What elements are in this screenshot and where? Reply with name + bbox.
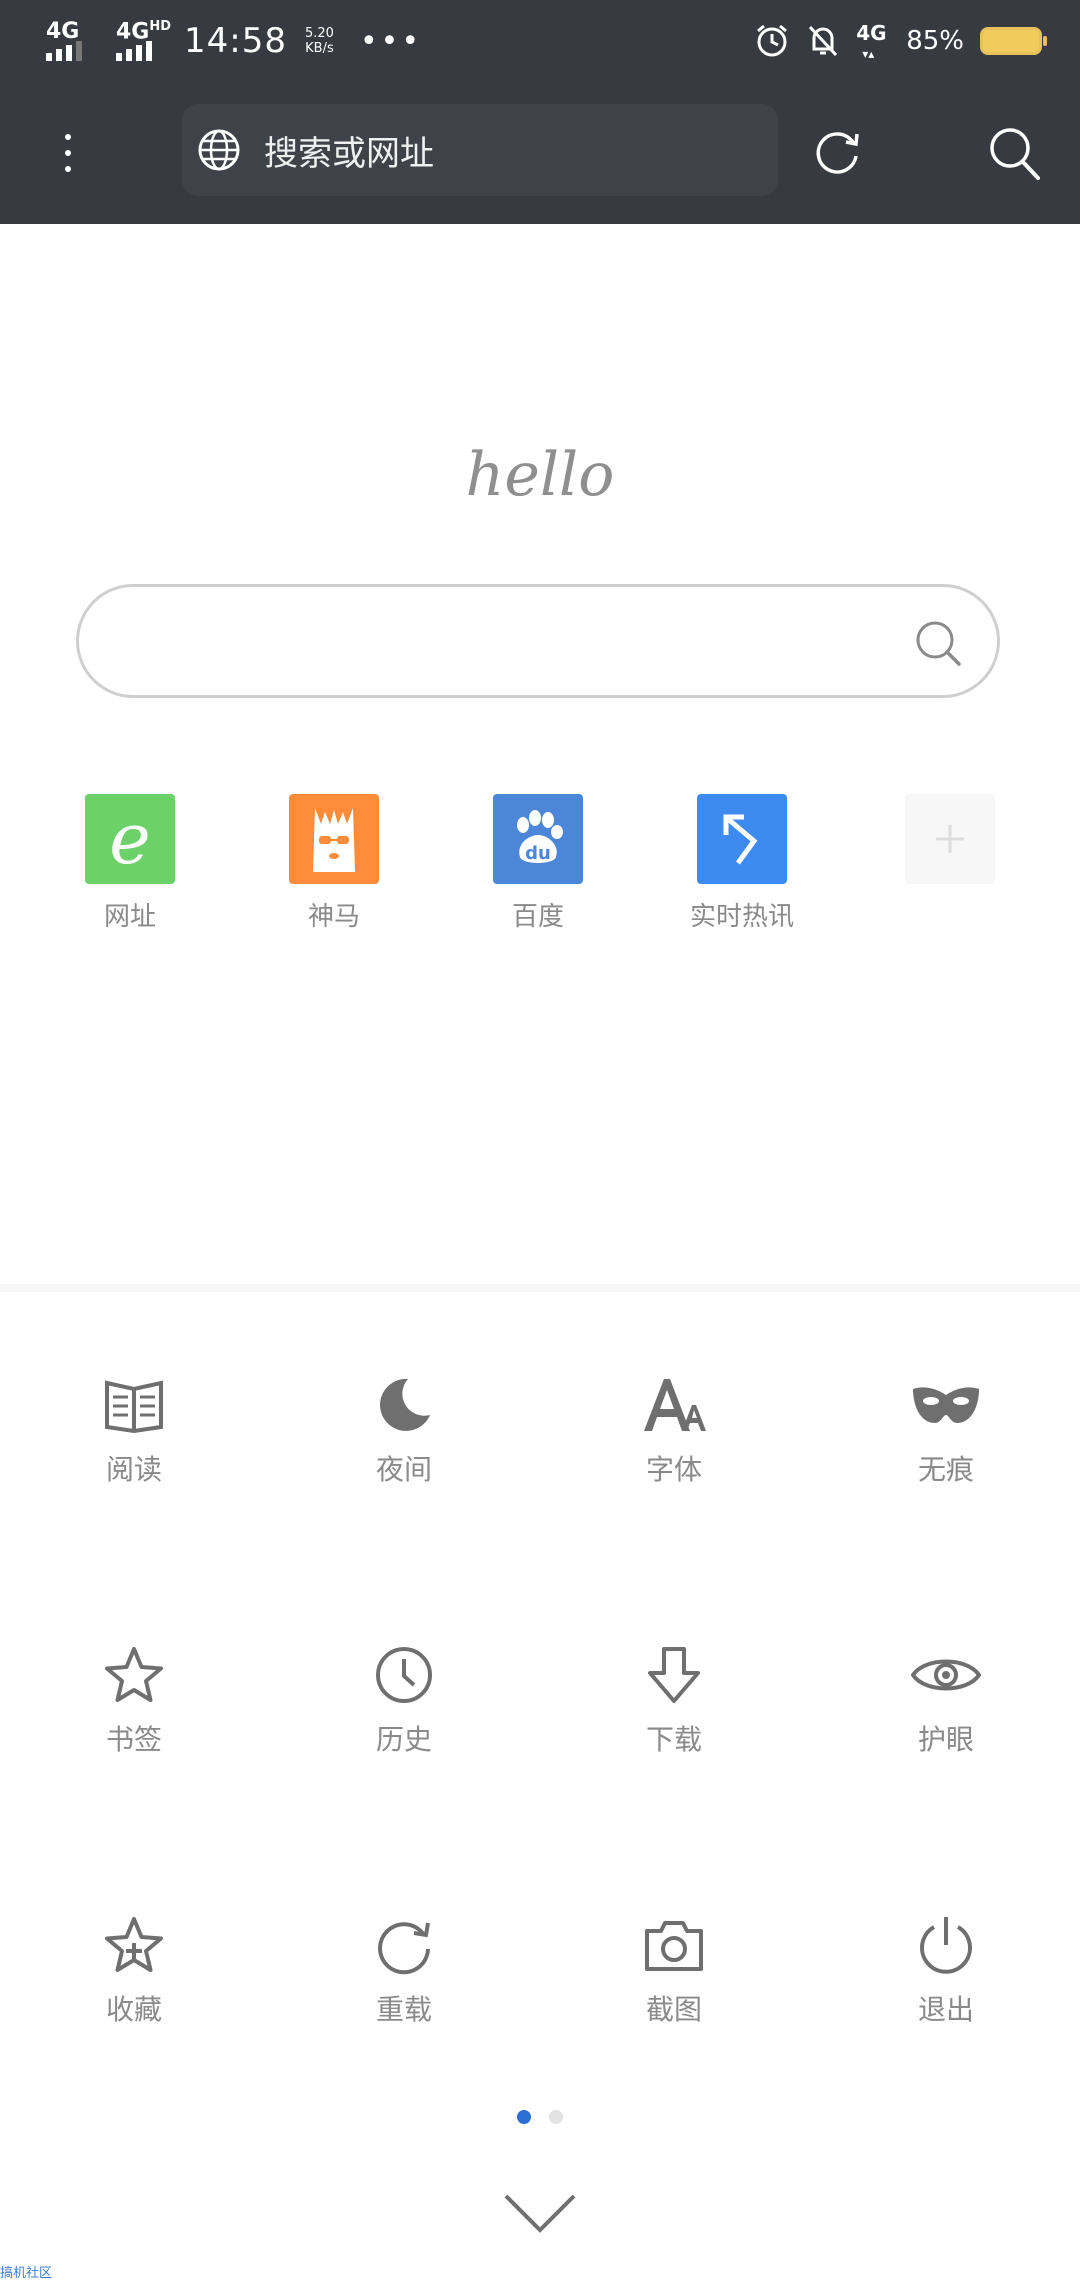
page-dot-1[interactable] xyxy=(517,2110,531,2124)
star-icon xyxy=(99,1640,169,1710)
add-shortcut-button[interactable] xyxy=(850,794,1050,896)
more-menu-button[interactable] xyxy=(44,118,92,188)
moon-icon xyxy=(369,1370,439,1440)
network-type-2-sup: HD xyxy=(149,19,172,34)
menu-label: 夜间 xyxy=(375,1453,432,1486)
alpaca-icon xyxy=(289,794,379,884)
reload-icon xyxy=(369,1910,439,1980)
svg-text:du: du xyxy=(525,843,551,864)
shortcut-label: 百度 xyxy=(511,902,564,932)
menu-label: 重载 xyxy=(375,1993,432,2026)
menu-item-favorite[interactable]: 收藏 xyxy=(34,1910,234,2028)
quick-links: e 网址 神马 du 百度 实时热讯 xyxy=(0,794,1080,934)
home-search-input[interactable] xyxy=(119,607,923,679)
menu-label: 书签 xyxy=(105,1723,162,1756)
greeting-text: hello xyxy=(465,440,615,510)
baidu-paw-icon: du xyxy=(493,794,583,884)
panel-divider xyxy=(0,1284,1080,1292)
menu-item-incognito[interactable]: 无痕 xyxy=(846,1370,1046,1488)
browser-toolbar: 搜索或网址 xyxy=(0,82,1080,224)
menu-item-reading[interactable]: 阅读 xyxy=(34,1370,234,1488)
arrow-icon xyxy=(697,794,787,884)
silent-bell-icon xyxy=(809,25,838,57)
shortcut-label: 网址 xyxy=(103,902,156,932)
menu-label: 护眼 xyxy=(917,1723,974,1756)
menu-label: 阅读 xyxy=(105,1453,162,1486)
status-bar: 4G 4GHD 14:58 5.20 KB/s ••• 4G ▾▴ 85% xyxy=(0,0,1080,82)
menu-label: 截图 xyxy=(645,1993,702,2026)
menu-label: 下载 xyxy=(645,1723,702,1756)
watermark: 搞机社区 xyxy=(0,2266,53,2281)
home-search-box[interactable] xyxy=(76,584,1000,698)
e-icon: e xyxy=(85,794,175,884)
menu-item-downloads[interactable]: 下载 xyxy=(574,1640,774,1758)
menu-item-eye-care[interactable]: 护眼 xyxy=(846,1640,1046,1758)
shortcut-wangzhi[interactable]: e 网址 xyxy=(30,794,230,933)
menu-label: 历史 xyxy=(375,1723,432,1756)
shortcut-baidu[interactable]: du 百度 xyxy=(438,794,638,933)
menu-item-reload[interactable]: 重载 xyxy=(304,1910,504,2028)
camera-icon xyxy=(639,1910,709,1980)
menu-item-font[interactable]: 字体 xyxy=(574,1370,774,1488)
menu-label: 无痕 xyxy=(917,1453,974,1486)
eye-icon xyxy=(911,1640,981,1710)
download-icon xyxy=(639,1640,709,1710)
star-plus-icon xyxy=(99,1910,169,1980)
browser-menu-panel: 阅读 夜间 字体 无痕 书签 历史 下载 护眼 收藏 重载 截图 退出 xyxy=(0,1330,1080,2130)
collapse-chevron-icon[interactable] xyxy=(502,2190,578,2236)
menu-label: 字体 xyxy=(645,1453,702,1486)
network-speed-unit: KB/s xyxy=(305,41,334,56)
plus-icon xyxy=(905,794,995,884)
signal-4ghd-icon: 4GHD xyxy=(114,17,171,65)
page-dot-2[interactable] xyxy=(549,2110,563,2124)
power-icon xyxy=(911,1910,981,1980)
book-icon xyxy=(99,1370,169,1440)
page-indicator xyxy=(0,2110,1080,2124)
more-notifications-icon: ••• xyxy=(359,23,423,59)
globe-icon xyxy=(198,129,240,171)
shortcut-shenma[interactable]: 神马 xyxy=(234,794,434,933)
address-placeholder: 搜索或网址 xyxy=(264,133,434,174)
clock-icon xyxy=(369,1640,439,1710)
refresh-icon[interactable] xyxy=(810,126,864,180)
search-icon[interactable] xyxy=(986,124,1042,182)
clock: 14:58 xyxy=(184,21,287,61)
font-icon xyxy=(639,1370,709,1440)
data-4g-icon: 4G ▾▴ xyxy=(856,21,887,61)
menu-item-screenshot[interactable]: 截图 xyxy=(574,1910,774,2028)
shortcut-hot-news[interactable]: 实时热讯 xyxy=(642,794,842,933)
network-speed-value: 5.20 xyxy=(304,26,334,41)
menu-label: 收藏 xyxy=(105,1993,162,2026)
menu-item-night[interactable]: 夜间 xyxy=(304,1370,504,1488)
mask-icon xyxy=(911,1370,981,1440)
network-type-3: 4G xyxy=(856,21,887,45)
battery-percent: 85% xyxy=(906,26,964,56)
network-speed: 5.20 KB/s xyxy=(305,26,334,56)
shortcut-label: 实时热讯 xyxy=(689,902,794,932)
shortcut-label: 神马 xyxy=(307,902,360,932)
battery-icon xyxy=(980,27,1047,55)
search-icon[interactable] xyxy=(913,618,963,668)
menu-item-history[interactable]: 历史 xyxy=(304,1640,504,1758)
menu-label: 退出 xyxy=(917,1993,974,2026)
menu-item-exit[interactable]: 退出 xyxy=(846,1910,1046,2028)
address-bar[interactable]: 搜索或网址 xyxy=(182,104,778,196)
menu-item-bookmarks[interactable]: 书签 xyxy=(34,1640,234,1758)
alarm-icon xyxy=(757,24,788,57)
signal-4g-icon: 4G xyxy=(44,17,96,65)
